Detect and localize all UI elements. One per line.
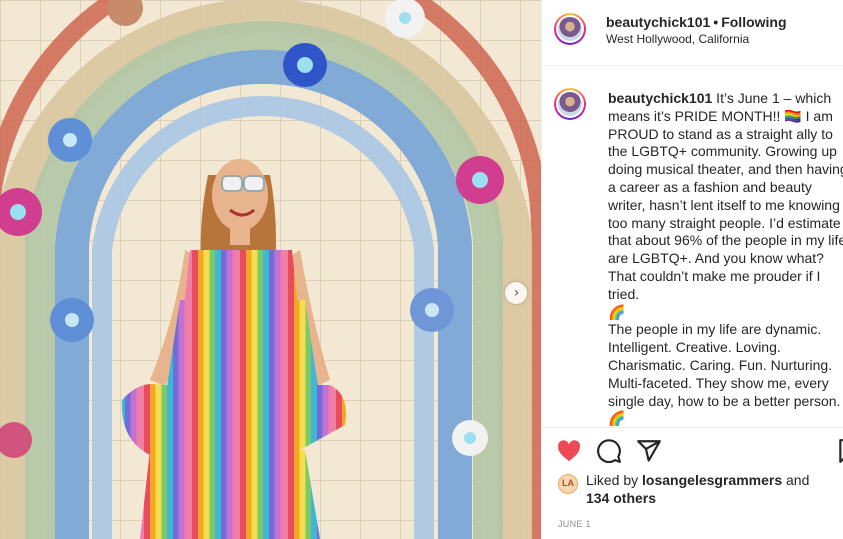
separator-dot: •	[713, 14, 719, 30]
share-icon[interactable]	[636, 438, 662, 464]
comment-icon[interactable]	[596, 438, 622, 464]
caption-area: beautychick101 It’s June 1 – which means…	[542, 66, 843, 427]
heart-icon[interactable]	[556, 438, 582, 464]
liker-avatar[interactable]: LA	[558, 474, 578, 494]
caption-text: It’s June 1 – which means it’s PRIDE MON…	[608, 90, 843, 427]
location-link[interactable]: West Hollywood, California	[606, 32, 749, 46]
caption-avatar[interactable]	[554, 88, 586, 120]
likes-summary: LA Liked by losangelesgrammers and 134 ot…	[558, 472, 816, 507]
header-user-line: beautychick101 • Following	[606, 14, 787, 30]
liker-username[interactable]: losangelesgrammers	[642, 472, 782, 488]
avatar[interactable]	[554, 13, 586, 45]
photo-illustration	[0, 0, 541, 539]
header-username[interactable]: beautychick101	[606, 14, 710, 30]
likes-middle: and	[782, 472, 810, 488]
post-date[interactable]: June 1	[558, 519, 591, 529]
follow-status-button[interactable]: Following	[721, 14, 786, 30]
post-side-panel: beautychick101 • Following West Hollywood,…	[541, 0, 843, 539]
bookmark-icon[interactable]	[836, 438, 843, 464]
caption: beautychick101 It’s June 1 – which means…	[608, 90, 843, 427]
caption-username[interactable]: beautychick101	[608, 90, 712, 106]
post-photo[interactable]: ›	[0, 0, 541, 539]
likes-prefix: Liked by	[586, 472, 643, 488]
likes-count-link[interactable]: 134 others	[586, 490, 656, 506]
post-header: beautychick101 • Following West Hollywood,…	[542, 0, 843, 66]
chevron-right-icon: ›	[513, 285, 520, 301]
likes-text: Liked by losangelesgrammers and 134 other…	[586, 472, 816, 507]
action-bar: LA Liked by losangelesgrammers and 134 ot…	[542, 427, 843, 518]
next-photo-button[interactable]: ›	[505, 282, 527, 304]
